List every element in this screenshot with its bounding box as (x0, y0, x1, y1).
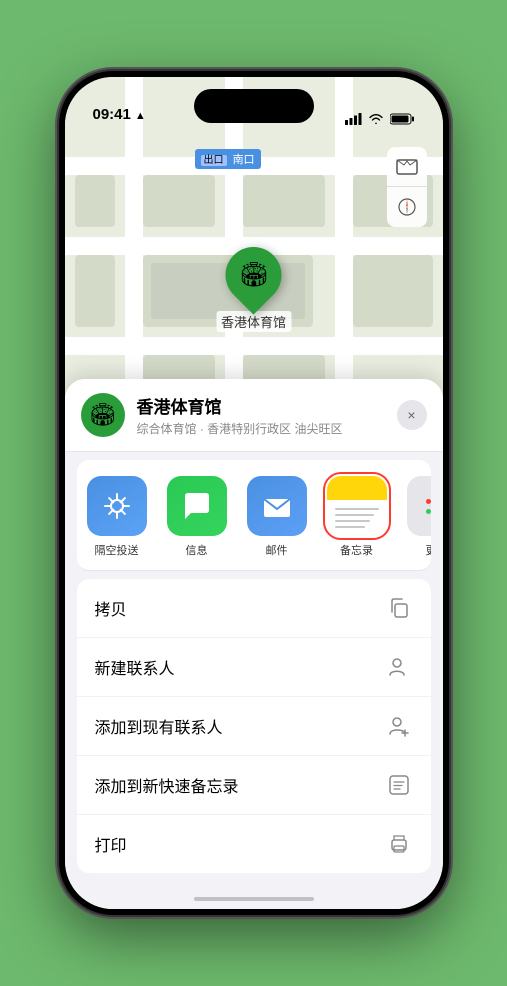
wifi-icon (368, 113, 384, 125)
action-print[interactable]: 打印 (77, 815, 431, 873)
map-block (75, 175, 115, 227)
map-pin-icon: 🏟 (214, 235, 293, 314)
airdrop-svg (101, 490, 133, 522)
location-info: 香港体育馆 综合体育馆 · 香港特别行政区 油尖旺区 (137, 393, 385, 437)
add-contact-icon (385, 712, 413, 740)
map-exit-label: 出口 南口 (195, 149, 261, 169)
more-icon-bg (407, 476, 431, 536)
status-time: 09:41 (93, 106, 131, 125)
add-contact-label: 添加到现有联系人 (95, 714, 223, 738)
dots-row-1 (426, 499, 431, 504)
print-svg (388, 833, 410, 855)
messages-icon-bg (167, 476, 227, 536)
notes-line-2 (335, 514, 375, 516)
location-subtitle: 综合体育馆 · 香港特别行政区 油尖旺区 (137, 420, 385, 437)
notes-line-3 (335, 520, 370, 522)
print-icon (385, 830, 413, 858)
quick-note-icon (385, 771, 413, 799)
phone-screen: 09:41 ▲ (65, 77, 443, 909)
compass-button[interactable] (387, 187, 427, 227)
close-button[interactable]: × (397, 400, 427, 430)
map-controls (387, 147, 427, 227)
mail-svg (260, 489, 294, 523)
share-row: 隔空投送 信息 (77, 460, 431, 571)
action-new-contact[interactable]: 新建联系人 (77, 638, 431, 697)
share-item-more[interactable]: 更多 (397, 476, 431, 558)
compass-icon (398, 198, 416, 216)
share-item-notes[interactable]: 备忘录 (317, 476, 397, 558)
signal-icon (345, 113, 362, 125)
map-icon (396, 156, 418, 178)
action-list: 拷贝 新建联系人 (77, 579, 431, 873)
action-quick-note[interactable]: 添加到新快速备忘录 (77, 756, 431, 815)
action-add-contact[interactable]: 添加到现有联系人 (77, 697, 431, 756)
status-icons (345, 113, 415, 125)
dot-red (426, 499, 431, 504)
map-block (353, 255, 433, 327)
map-type-button[interactable] (387, 147, 427, 187)
share-item-mail[interactable]: 邮件 (237, 476, 317, 558)
map-block (75, 255, 115, 327)
map-pin-emoji: 🏟 (238, 261, 268, 290)
location-icon-emoji: 🏟 (89, 402, 117, 428)
bottom-sheet: 🏟 香港体育馆 综合体育馆 · 香港特别行政区 油尖旺区 × (65, 379, 443, 909)
location-icon: ▲ (135, 110, 146, 122)
map-block (143, 175, 215, 227)
new-contact-label: 新建联系人 (95, 655, 175, 679)
content-area: 隔空投送 信息 (65, 460, 443, 873)
quick-note-label: 添加到新快速备忘录 (95, 773, 239, 797)
more-label: 更多 (426, 542, 431, 558)
messages-label: 信息 (186, 542, 208, 558)
map-pin: 🏟 香港体育馆 (216, 247, 291, 332)
action-copy[interactable]: 拷贝 (77, 579, 431, 638)
map-road (65, 337, 443, 355)
share-item-airdrop[interactable]: 隔空投送 (77, 476, 157, 558)
notes-icon-bg (327, 476, 387, 536)
dot-green (426, 509, 431, 514)
new-contact-icon (385, 653, 413, 681)
copy-label: 拷贝 (95, 596, 127, 620)
notes-line-4 (335, 526, 366, 528)
map-block (243, 175, 325, 227)
mail-icon-bg (247, 476, 307, 536)
location-icon: 🏟 (81, 393, 125, 437)
share-item-messages[interactable]: 信息 (157, 476, 237, 558)
airdrop-icon (87, 476, 147, 536)
dots-row-2 (426, 509, 431, 514)
notes-lines (335, 508, 379, 528)
battery-icon (390, 113, 415, 125)
notes-label: 备忘录 (340, 542, 373, 558)
location-name: 香港体育馆 (137, 393, 385, 418)
phone-frame: 09:41 ▲ (59, 71, 449, 915)
messages-svg (180, 489, 214, 523)
exit-badge: 出口 (201, 155, 227, 166)
person-plus-svg (388, 715, 410, 737)
print-label: 打印 (95, 832, 127, 856)
person-add-svg (388, 656, 410, 678)
copy-icon (385, 594, 413, 622)
home-indicator (194, 897, 314, 901)
note-svg (388, 774, 410, 796)
mail-label: 邮件 (266, 542, 288, 558)
dynamic-island (194, 89, 314, 123)
location-card: 🏟 香港体育馆 综合体育馆 · 香港特别行政区 油尖旺区 × (65, 379, 443, 452)
notes-line-1 (335, 508, 379, 510)
copy-svg (388, 597, 410, 619)
airdrop-label: 隔空投送 (95, 542, 139, 558)
